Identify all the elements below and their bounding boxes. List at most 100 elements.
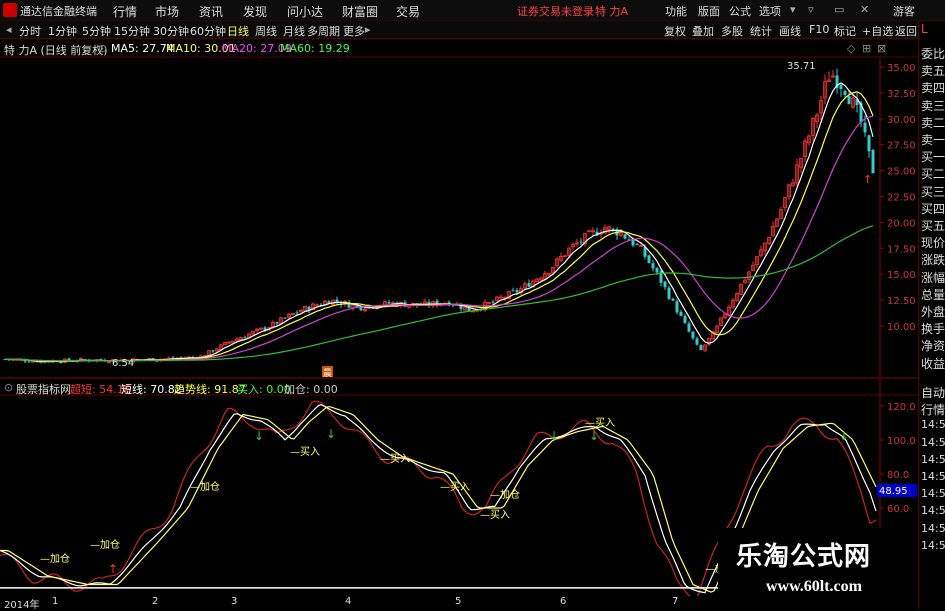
sidebar-item: 14:50 — [921, 435, 945, 449]
xaxis-month: 4 — [345, 596, 352, 607]
indicator-settings-icon[interactable]: ⊙ — [4, 381, 13, 394]
candle-body — [843, 90, 847, 96]
candle-body — [679, 311, 683, 316]
candle-body — [847, 96, 851, 105]
xaxis-month: 3 — [231, 596, 238, 607]
candle-body — [695, 338, 699, 345]
signal-label: —加仓 — [40, 552, 70, 565]
sidebar-item: 卖五 — [921, 64, 945, 79]
price-tick-label: 27.50 — [887, 141, 916, 152]
sidebar-item: 14:50 — [921, 487, 945, 501]
sidebar-item: 换手 — [921, 322, 945, 337]
price-tick-label: 10.00 — [887, 322, 916, 333]
price-tick-label: 22.50 — [887, 193, 916, 204]
sidebar-item: 14:50 — [921, 504, 945, 518]
xaxis-month: 7 — [672, 596, 679, 607]
sidebar-item[interactable]: 自动 — [921, 384, 945, 401]
ma20-line — [4, 115, 874, 362]
signal-label: —买入 — [480, 509, 510, 521]
candle-body — [655, 267, 659, 273]
sidebar-item: 14:50 — [921, 538, 945, 552]
indicator-axis: 120.0 100.0 80.0 60.0 48.95 — [877, 402, 917, 515]
candle-body — [275, 322, 279, 324]
sidebar-item: 买五 — [921, 219, 945, 233]
signal-label: —买入 — [440, 481, 470, 493]
candle-body — [871, 149, 875, 174]
quote-sidebar: L 委比 卖五 卖四 卖三 卖二 卖一 买一 买二 买三 买四 买五 现价 涨跌 涨幅 总量 外盘 换手 净资 收益自… — [918, 21, 945, 609]
sidebar-item: 14:50 — [921, 418, 945, 432]
price-axis: 35.00 32.50 30.00 27.50 25.00 22.50 20.00 17.50… — [880, 63, 916, 333]
watermark: 乐淘公式网 www.60lt.com — [718, 528, 918, 609]
price-tick-label: 30.00 — [887, 115, 916, 126]
signal-label: —买入 — [585, 417, 615, 429]
price-tick-label: 32.50 — [887, 89, 916, 100]
sidebar-item: 委比 — [921, 47, 945, 61]
xaxis-month: 6 — [560, 596, 567, 607]
price-tick-label: 17.50 — [887, 244, 916, 255]
candle-body — [611, 228, 615, 230]
candle-body — [863, 122, 867, 133]
candle-body — [671, 298, 675, 301]
candle-body — [295, 312, 299, 314]
signal-label: —加仓 — [490, 488, 520, 501]
indicator-tick-label: 100.0 — [887, 436, 916, 447]
price-tick-label: 15.00 — [887, 270, 916, 281]
candle-body — [691, 331, 695, 339]
candle-body — [263, 327, 267, 330]
price-tick-label: 12.50 — [887, 296, 916, 307]
price-tick-label: 20.00 — [887, 218, 916, 229]
sidebar-item: 卖四 — [921, 81, 945, 96]
candle-body — [27, 361, 31, 363]
indicator-buy: 买入: 0.00 — [237, 383, 291, 396]
candle-body — [243, 337, 247, 339]
xaxis-month: 1 — [52, 596, 59, 607]
sidebar-item: 买二 — [921, 167, 945, 182]
indicator-name[interactable]: 股票指标网 — [16, 381, 71, 397]
indicator-trend: 趋势线: 91.87 — [174, 383, 246, 396]
indicator-tick-label: 120.0 — [887, 402, 916, 413]
candle-body — [491, 301, 495, 303]
candle-body — [651, 263, 655, 269]
down-arrow-icon: ↓ — [589, 429, 599, 443]
low-price-label: 6.54 — [112, 358, 134, 369]
stock-chart[interactable]: 35.00 32.50 30.00 27.50 25.00 22.50 20.00 17.50… — [0, 0, 918, 596]
signal-label: —加仓 — [190, 480, 220, 493]
candle-body — [387, 302, 391, 304]
high-price-label: 35.71 — [787, 61, 816, 72]
sidebar-item: 外盘 — [921, 305, 945, 319]
up-arrow-icon: ↑ — [863, 173, 872, 186]
sidebar-item: 14:50 — [921, 452, 945, 466]
sidebar-item: 买一 — [921, 150, 945, 165]
sidebar-item: 总量 — [921, 287, 945, 302]
indicator-short: 短线: 70.82 — [121, 383, 182, 396]
sidebar-item: 涨幅 — [921, 270, 945, 285]
sidebar-item: 买三 — [921, 184, 945, 199]
event-marker-label: 晨 — [323, 368, 332, 379]
sidebar-item: 卖一 — [921, 133, 945, 147]
sidebar-item: 净资 — [921, 339, 945, 354]
xaxis-month: 5 — [455, 596, 462, 607]
price-tick-label: 35.00 — [887, 63, 916, 74]
indicator-tick-label: 80.0 — [887, 470, 909, 481]
sidebar-item: 卖二 — [921, 115, 945, 130]
candle-body — [511, 290, 515, 292]
watermark-title: 乐淘公式网 — [736, 542, 872, 572]
sidebar-item[interactable]: 行情 — [921, 401, 945, 418]
indicator-tick-label: 60.0 — [887, 504, 909, 515]
ma5-line — [4, 82, 874, 363]
candle-body — [647, 255, 651, 263]
candle-body — [515, 290, 519, 293]
xaxis-month: 2 — [152, 596, 159, 607]
sidebar-level-label: L — [921, 22, 928, 36]
down-arrow-icon: ↓ — [549, 429, 559, 443]
moving-average-lines — [4, 82, 874, 363]
candle-body — [211, 350, 215, 352]
sidebar-item: 现价 — [921, 236, 945, 251]
candle-body — [527, 283, 531, 287]
watermark-url: www.60lt.com — [766, 578, 862, 595]
sidebar-item: 收益 — [921, 356, 945, 371]
candle-body — [59, 362, 63, 364]
sidebar-item: 卖三 — [921, 98, 945, 113]
candle-body — [283, 317, 287, 319]
signal-label: —买入 — [380, 453, 410, 465]
